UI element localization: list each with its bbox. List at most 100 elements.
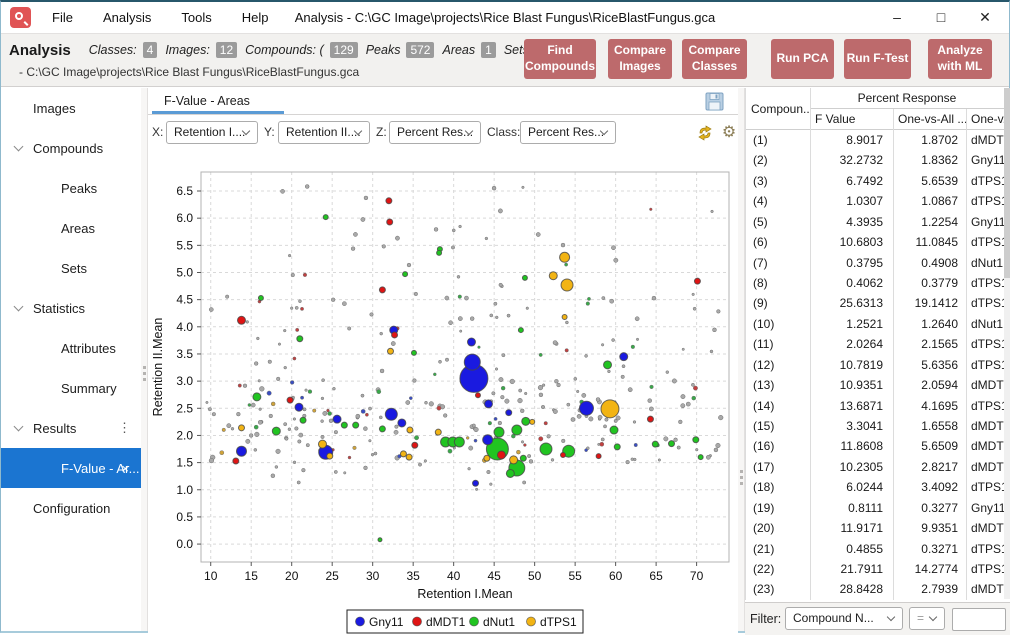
data-point-t[interactable] [530, 419, 535, 424]
data-point-n[interactable] [522, 275, 527, 280]
menu-item-analysis[interactable]: Analysis [88, 2, 166, 33]
data-point-n[interactable] [693, 437, 699, 443]
compare-images-button[interactable]: CompareImages [608, 39, 672, 79]
z-axis-select[interactable]: Percent Res... [389, 121, 481, 144]
data-point-m[interactable] [379, 287, 385, 293]
sidebar-item-statistics[interactable]: Statistics [1, 288, 141, 328]
data-point-n[interactable] [253, 393, 261, 401]
data-point-t[interactable] [549, 272, 557, 280]
data-point-t[interactable] [407, 427, 413, 433]
data-point-n[interactable] [378, 538, 382, 542]
app-logo-icon[interactable] [10, 7, 31, 28]
data-point-n[interactable] [323, 215, 328, 220]
minimize-button[interactable]: – [875, 2, 919, 33]
data-point-m[interactable] [287, 397, 293, 403]
data-point-g[interactable] [464, 354, 480, 370]
data-point-n[interactable] [520, 455, 526, 461]
data-point-n[interactable] [652, 441, 658, 447]
sidebar-item-results[interactable]: Results⋮ [1, 408, 141, 448]
compare-classes-button[interactable]: CompareClasses [682, 39, 747, 79]
close-icon[interactable]: × [121, 461, 129, 476]
data-point-m[interactable] [237, 316, 245, 324]
data-point-t[interactable] [435, 429, 441, 435]
data-point-g[interactable] [295, 403, 303, 411]
data-point-t[interactable] [601, 400, 619, 418]
data-point-m[interactable] [233, 458, 239, 464]
data-point-n[interactable] [669, 441, 675, 447]
data-point-n[interactable] [540, 443, 552, 455]
refresh-icon[interactable] [696, 124, 714, 142]
filter-operator-select[interactable]: = [909, 607, 945, 630]
sidebar-item-summary[interactable]: Summary [1, 368, 141, 408]
data-point-g[interactable] [483, 435, 493, 445]
sidebar-item-peaks[interactable]: Peaks [1, 168, 141, 208]
table-splitter[interactable] [738, 88, 745, 631]
data-point-g[interactable] [467, 338, 475, 346]
data-point-t[interactable] [561, 279, 573, 291]
data-point-g[interactable] [506, 410, 512, 416]
data-point-m[interactable] [596, 454, 601, 459]
class-select[interactable]: Percent Res... [520, 121, 616, 144]
data-point-m[interactable] [387, 219, 393, 225]
data-point-n[interactable] [698, 455, 703, 460]
sidebar-item-sets[interactable]: Sets [1, 248, 141, 288]
data-point-n[interactable] [614, 444, 620, 450]
legend-label-dTPS1[interactable]: dTPS1 [540, 615, 577, 629]
data-point-n[interactable] [494, 427, 504, 437]
data-point-n[interactable] [379, 426, 385, 432]
data-point-n[interactable] [610, 426, 618, 434]
data-point-n[interactable] [258, 296, 263, 301]
maximize-button[interactable]: □ [919, 2, 963, 33]
data-point-n[interactable] [341, 422, 347, 428]
data-point-m[interactable] [560, 452, 565, 457]
sidebar-item-areas[interactable]: Areas [1, 208, 141, 248]
data-point-t[interactable] [406, 454, 412, 460]
y-axis-select[interactable]: Retention II.... [278, 121, 370, 144]
data-point-n[interactable] [411, 350, 416, 355]
data-point-m[interactable] [694, 278, 700, 284]
data-point-g[interactable] [398, 419, 406, 427]
x-axis-select[interactable]: Retention I.... [166, 121, 258, 144]
data-point-t[interactable] [560, 252, 570, 262]
data-point-n[interactable] [353, 422, 359, 428]
find-compounds-button[interactable]: FindCompounds [524, 39, 596, 79]
data-point-n[interactable] [297, 336, 303, 342]
data-point-g[interactable] [473, 480, 479, 486]
data-point-n[interactable] [518, 328, 523, 333]
data-point-m[interactable] [392, 332, 398, 338]
kebab-menu-icon[interactable]: ⋮ [118, 420, 131, 436]
run-f-test-button[interactable]: Run F-Test [844, 39, 911, 79]
sidebar-item-attributes[interactable]: Attributes [1, 328, 141, 368]
data-point-g[interactable] [484, 400, 492, 408]
menu-item-help[interactable]: Help [227, 2, 284, 33]
data-point-g[interactable] [620, 353, 628, 361]
legend-label-dNut1[interactable]: dNut1 [483, 615, 515, 629]
data-point-g[interactable] [236, 446, 246, 456]
data-point-t[interactable] [562, 315, 567, 320]
table-scrollbar[interactable] [1004, 88, 1010, 599]
data-point-n[interactable] [300, 417, 306, 423]
sidebar-item-f-value-ar[interactable]: F-Value - Ar...× [1, 448, 141, 488]
save-icon[interactable] [705, 92, 724, 111]
data-point-t[interactable] [327, 453, 333, 459]
data-point-t[interactable] [238, 425, 244, 431]
data-point-n[interactable] [437, 250, 442, 255]
data-point-n[interactable] [272, 427, 280, 435]
data-point-m[interactable] [647, 416, 653, 422]
menu-item-tools[interactable]: Tools [166, 2, 226, 33]
data-point-t[interactable] [484, 455, 490, 461]
analyze-with-ml-button[interactable]: Analyzewith ML [928, 39, 992, 79]
data-point-n[interactable] [454, 437, 464, 447]
close-button[interactable]: ✕ [963, 2, 1007, 33]
filter-field-select[interactable]: Compound N... [785, 607, 903, 630]
data-point-g[interactable] [385, 408, 397, 420]
data-point-t[interactable] [318, 440, 326, 448]
menu-item-file[interactable]: File [37, 2, 88, 33]
data-point-n[interactable] [522, 417, 530, 425]
data-point-t[interactable] [510, 456, 518, 464]
scrollbar-thumb[interactable] [1004, 88, 1010, 278]
data-point-m[interactable] [475, 393, 480, 398]
data-point-g[interactable] [579, 401, 593, 415]
data-point-m[interactable] [412, 442, 418, 448]
data-point-n[interactable] [512, 425, 522, 435]
